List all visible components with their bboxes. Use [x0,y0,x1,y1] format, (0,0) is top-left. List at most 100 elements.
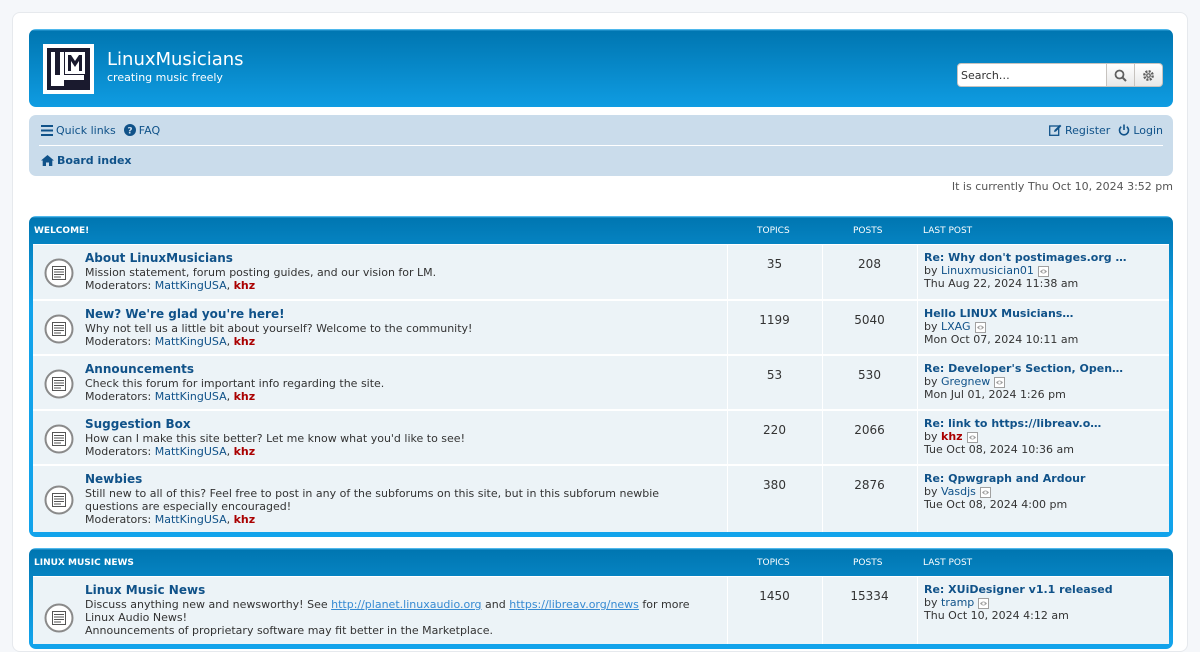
moderators-label: Moderators: [85,279,152,292]
column-divider [727,577,728,644]
last-post-author[interactable]: Linuxmusician01 [941,264,1034,277]
last-post: Re: Developer's Section, Open… by Gregne… [924,362,1123,401]
forum-description: Linux Audio News! [85,611,188,624]
faq-link[interactable]: ? FAQ [123,124,160,137]
last-post-title[interactable]: Re: Why don't postimages.org … [924,251,1126,264]
view-latest-post-icon[interactable] [966,431,978,443]
last-post-author[interactable]: LXAG [941,320,971,333]
site-logo[interactable] [43,44,94,94]
nav-top-row: Quick links ? FAQ Register Login [41,120,1163,140]
column-divider [822,411,823,464]
forum-title[interactable]: Suggestion Box [85,417,715,432]
last-post-title[interactable]: Re: XUiDesigner v1.1 released [924,583,1113,596]
advanced-search-button[interactable] [1135,63,1163,87]
posts-count: 15334 [850,589,889,603]
search-input[interactable] [957,63,1107,87]
view-latest-post-icon[interactable] [994,376,1006,388]
column-divider [917,356,918,409]
libreav-news-link[interactable]: https://libreav.org/news [509,598,639,611]
topics-count: 35 [766,257,783,271]
column-lastpost-header: LAST POST [923,226,973,236]
category-title[interactable]: WELCOME! [34,226,89,236]
posts-count: 5040 [854,313,885,327]
forum-moderators: Moderators: MattKingUSA, khz [85,335,256,348]
column-divider [727,411,728,464]
last-post-author-line: by Gregnew [924,375,1123,388]
view-latest-post-icon[interactable] [978,597,990,609]
column-divider [727,301,728,354]
moderators-label: Moderators: [85,445,152,458]
forum-title[interactable]: Announcements [85,362,715,377]
last-post-author-line: by Linuxmusician01 [924,264,1126,277]
planet-linuxaudio-link[interactable]: http://planet.linuxaudio.org [331,598,481,611]
forum-read-icon [44,369,74,399]
login-link[interactable]: Login [1118,124,1163,137]
forum-title[interactable]: Newbies [85,472,715,487]
last-post-title[interactable]: Re: link to https://libreav.o… [924,417,1101,430]
page-inner: LinuxMusicians creating music freely Qui… [29,29,1173,649]
view-latest-post-icon[interactable] [1037,265,1049,277]
last-post-title[interactable]: Re: Developer's Section, Open… [924,362,1123,375]
forum-description: questions are especially encouraged! [85,500,292,513]
column-posts-header: POSTS [853,558,883,568]
moderators-label: Moderators: [85,513,152,526]
last-post: Re: XUiDesigner v1.1 released by tramp T… [924,583,1113,622]
moderator-link[interactable]: MattKingUSA [155,445,227,458]
last-post-title[interactable]: Hello LINUX Musicians… [924,307,1078,320]
forum-title[interactable]: New? We're glad you're here! [85,307,715,322]
forum-read-icon [44,424,74,454]
view-latest-post-icon[interactable] [974,321,986,333]
by-label: by [924,375,938,388]
posts-count: 530 [858,368,881,382]
last-post-author[interactable]: tramp [941,596,974,609]
last-post-author-line: by LXAG [924,320,1078,333]
description-text: and [481,598,510,611]
moderator-link[interactable]: MattKingUSA [155,279,227,292]
topics-count: 1450 [759,589,790,603]
column-divider [822,356,823,409]
quick-links-menu[interactable]: Quick links [41,124,116,137]
category-title[interactable]: LINUX MUSIC NEWS [34,558,134,568]
last-post-date: Mon Jul 01, 2024 1:26 pm [924,388,1066,401]
site-description: creating music freely [107,71,223,84]
posts-count: 2876 [854,478,885,492]
column-divider [917,577,918,644]
category-linux-music-news: LINUX MUSIC NEWS TOPICS POSTS LAST POST … [29,548,1173,649]
bars-icon [41,124,53,136]
last-post-author[interactable]: Gregnew [941,375,990,388]
last-post-author[interactable]: khz [941,430,963,443]
page-wrap: LinuxMusicians creating music freely Qui… [12,12,1188,652]
gear-icon [1143,69,1154,81]
moderator-link[interactable]: khz [234,513,256,526]
column-topics-header: TOPICS [757,558,790,568]
moderator-link[interactable]: khz [234,279,256,292]
moderator-link[interactable]: MattKingUSA [155,513,227,526]
by-label: by [924,596,938,609]
forum-title[interactable]: Linux Music News [85,583,715,598]
moderator-link[interactable]: khz [234,390,256,403]
question-circle-icon: ? [123,124,136,136]
by-label: by [924,430,938,443]
column-divider [727,466,728,532]
topics-count: 380 [763,478,786,492]
search-button[interactable] [1107,63,1135,87]
last-post-date: Mon Oct 07, 2024 10:11 am [924,333,1079,346]
moderator-link[interactable]: MattKingUSA [155,390,227,403]
forum-moderators: Moderators: MattKingUSA, khz [85,279,256,292]
moderator-link[interactable]: khz [234,335,256,348]
forum-moderators: Moderators: MattKingUSA, khz [85,390,256,403]
board-index-link[interactable]: Board index [41,154,132,167]
column-divider [822,466,823,532]
category-header: LINUX MUSIC NEWS TOPICS POSTS LAST POST [33,552,1169,576]
register-link[interactable]: Register [1049,124,1110,137]
view-latest-post-icon[interactable] [979,486,991,498]
last-post-author[interactable]: Vasdjs [941,485,976,498]
moderators-label: Moderators: [85,335,152,348]
quick-links-label: Quick links [56,123,116,137]
forum-title[interactable]: About LinuxMusicians [85,251,715,266]
site-title[interactable]: LinuxMusicians [107,49,244,70]
forum-description: How can I make this site better? Let me … [85,432,465,445]
moderator-link[interactable]: MattKingUSA [155,335,227,348]
moderator-link[interactable]: khz [234,445,256,458]
last-post-title[interactable]: Re: Qpwgraph and Ardour [924,472,1085,485]
